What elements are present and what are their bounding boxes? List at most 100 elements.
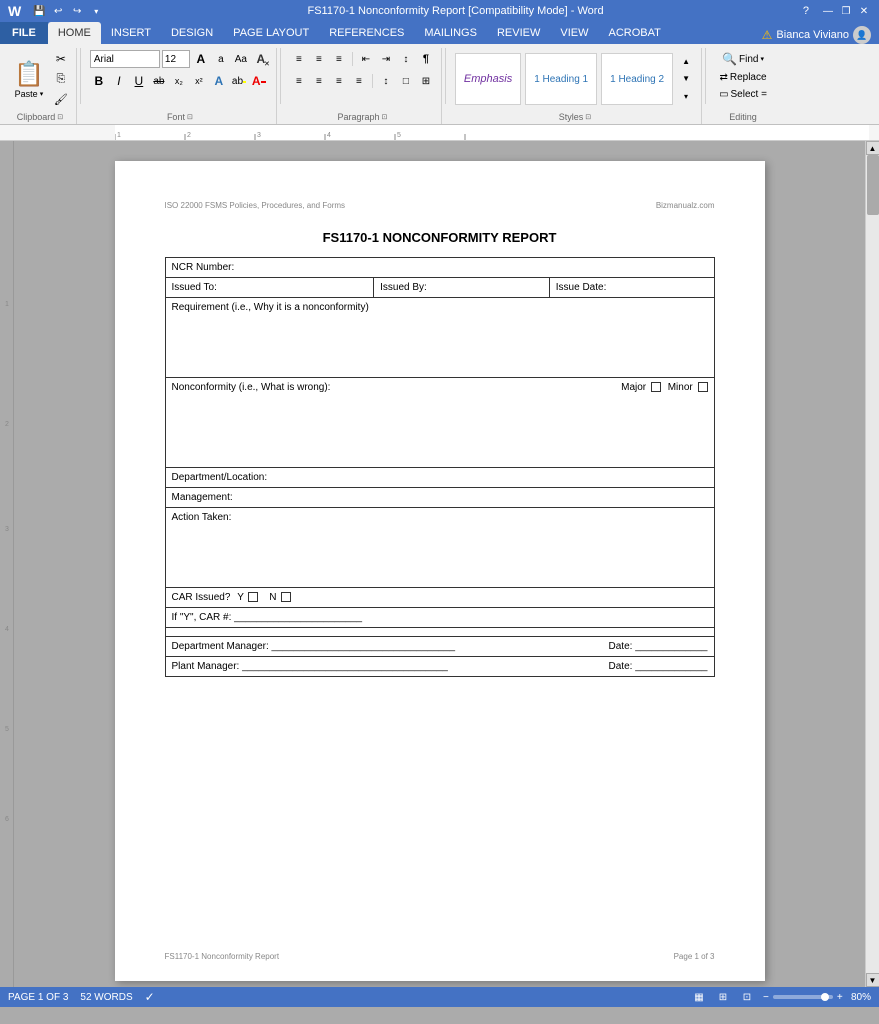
undo-quick-btn[interactable]: ↩ (50, 3, 66, 19)
scroll-down-btn[interactable]: ▼ (866, 973, 879, 987)
font-name-input[interactable] (90, 50, 160, 68)
tab-references[interactable]: REFERENCES (319, 22, 414, 44)
window-title: FS1170-1 Nonconformity Report [Compatibi… (108, 5, 803, 17)
minimize-btn[interactable]: — (821, 4, 835, 18)
style-emphasis[interactable]: Emphasis (455, 53, 521, 105)
action-taken-label: Action Taken: (172, 512, 232, 523)
tab-review[interactable]: REVIEW (487, 22, 550, 44)
close-btn[interactable]: ✕ (857, 4, 871, 18)
line-spacing-btn[interactable]: ↕ (377, 72, 395, 90)
decrease-indent-btn[interactable]: ⇤ (357, 50, 375, 68)
find-dropdown-icon[interactable]: ▾ (760, 55, 764, 63)
car-n-checkbox[interactable] (281, 592, 291, 602)
clear-formatting-btn[interactable]: A ✕ (252, 50, 270, 68)
font-expand-icon[interactable]: ⊡ (187, 113, 193, 121)
zoom-in-btn[interactable]: + (837, 992, 843, 1003)
major-checkbox[interactable] (651, 382, 661, 392)
paste-button[interactable]: 📋 Paste ▾ (10, 58, 48, 101)
svg-text:1: 1 (117, 132, 121, 139)
styles-expand-btn[interactable]: ▾ (677, 88, 695, 105)
paragraph-expand-icon[interactable]: ⊡ (381, 113, 387, 121)
tab-home[interactable]: HOME (48, 22, 101, 44)
highlight-btn[interactable]: ab (230, 72, 248, 90)
tab-mailings[interactable]: MAILINGS (414, 22, 487, 44)
style-heading1[interactable]: 1 Heading 1 (525, 53, 597, 105)
copy-button[interactable]: ⎘ (52, 70, 70, 88)
align-right-btn[interactable]: ≡ (330, 72, 348, 90)
page-area: ISO 22000 FSMS Policies, Procedures, and… (14, 141, 865, 987)
save-quick-btn[interactable]: 💾 (31, 3, 47, 19)
issue-date-cell: Issue Date: (549, 278, 714, 298)
tab-view[interactable]: VIEW (550, 22, 598, 44)
replace-button[interactable]: ⇄ Replace (715, 70, 770, 85)
tab-acrobat[interactable]: ACROBAT (598, 22, 670, 44)
italic-btn[interactable]: I (110, 72, 128, 90)
clipboard-expand-icon[interactable]: ⊡ (57, 113, 63, 121)
print-view-btn[interactable]: ▦ (691, 989, 707, 1005)
paragraph-group-content: ≡ ≡ ≡ ⇤ ⇥ ↕ ¶ ≡ ≡ ≡ ≡ ↕ □ ⊞ (290, 48, 435, 110)
find-button[interactable]: 🔍 Find ▾ (718, 50, 768, 68)
style-heading2[interactable]: 1 Heading 2 (601, 53, 673, 105)
zoom-slider[interactable] (773, 995, 833, 999)
align-left-btn[interactable]: ≡ (290, 72, 308, 90)
ribbon-tabs: FILE HOME INSERT DESIGN PAGE LAYOUT REFE… (0, 22, 879, 44)
styles-scroll-down-btn[interactable]: ▼ (677, 70, 695, 87)
right-scrollbar[interactable]: ▲ ▼ (865, 141, 879, 987)
web-view-btn[interactable]: ⊡ (739, 989, 755, 1005)
user-name[interactable]: Bianca Viviano (776, 29, 849, 41)
superscript-btn[interactable]: x² (190, 72, 208, 90)
tab-insert[interactable]: INSERT (101, 22, 161, 44)
justify-btn[interactable]: ≡ (350, 72, 368, 90)
grow-font-btn[interactable]: A (192, 50, 210, 68)
user-avatar[interactable]: 👤 (853, 26, 871, 44)
format-painter-button[interactable]: 🖌 (52, 90, 70, 108)
numbering-btn[interactable]: ≡ (310, 50, 328, 68)
text-effects-btn[interactable]: A (210, 72, 228, 90)
ruler-marks: 1 2 3 4 5 (115, 126, 869, 140)
shrink-font-btn[interactable]: a (212, 50, 230, 68)
word-count: 52 WORDS (80, 992, 132, 1003)
tab-page-layout[interactable]: PAGE LAYOUT (223, 22, 319, 44)
font-color-btn[interactable]: A (250, 72, 268, 90)
increase-indent-btn[interactable]: ⇥ (377, 50, 395, 68)
quick-access-more-btn[interactable]: ▾ (88, 3, 104, 19)
sort-btn[interactable]: ↕ (397, 50, 415, 68)
scrollbar-track[interactable] (866, 155, 879, 973)
proofing-icon[interactable]: ✓ (145, 990, 155, 1004)
redo-quick-btn[interactable]: ↪ (69, 3, 85, 19)
car-y-checkbox[interactable] (248, 592, 258, 602)
scroll-up-btn[interactable]: ▲ (866, 141, 879, 155)
multilevel-btn[interactable]: ≡ (330, 50, 348, 68)
minor-checkbox[interactable] (698, 382, 708, 392)
file-tab[interactable]: FILE (0, 22, 48, 44)
scrollbar-thumb[interactable] (867, 155, 879, 215)
borders-btn[interactable]: ⊞ (417, 72, 435, 90)
bullets-btn[interactable]: ≡ (290, 50, 308, 68)
subscript-btn[interactable]: x₂ (170, 72, 188, 90)
select-button[interactable]: ▭ Select = (715, 87, 771, 102)
font-size-input[interactable] (162, 50, 190, 68)
change-case-btn[interactable]: Aa (232, 50, 250, 68)
clipboard-group-content: 📋 Paste ▾ ✂ ⎘ 🖌 (10, 48, 70, 110)
cut-button[interactable]: ✂ (52, 50, 70, 68)
styles-expand-icon[interactable]: ⊡ (585, 113, 591, 121)
zoom-out-btn[interactable]: − (763, 992, 769, 1003)
table-row-spacer (165, 628, 714, 637)
word-icon: W (8, 3, 21, 19)
zoom-control: − + (763, 992, 843, 1003)
tab-design[interactable]: DESIGN (161, 22, 223, 44)
editing-label: Editing Editing (715, 112, 771, 122)
strikethrough-btn[interactable]: ab (150, 72, 168, 90)
center-btn[interactable]: ≡ (310, 72, 328, 90)
show-marks-btn[interactable]: ¶ (417, 50, 435, 68)
font-top-row: A a Aa A ✕ (90, 50, 270, 68)
styles-scroll-up-btn[interactable]: ▲ (677, 53, 695, 70)
shading-btn[interactable]: □ (397, 72, 415, 90)
minor-label: Minor (668, 382, 693, 393)
help-btn[interactable]: ? (803, 5, 809, 17)
bold-btn[interactable]: B (90, 72, 108, 90)
underline-btn[interactable]: U (130, 72, 148, 90)
paste-dropdown-icon[interactable]: ▾ (40, 90, 44, 98)
full-view-btn[interactable]: ⊞ (715, 989, 731, 1005)
restore-btn[interactable]: ❐ (839, 4, 853, 18)
